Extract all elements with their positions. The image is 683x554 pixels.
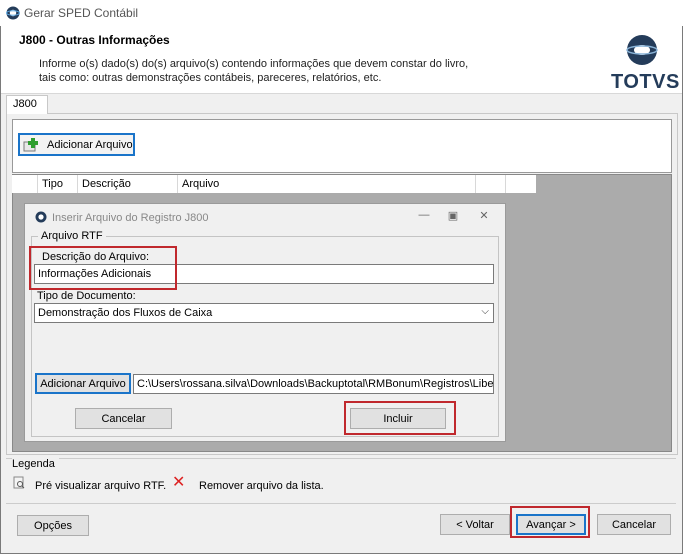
doc-type-select[interactable]: Demonstração dos Fluxos de Caixa ⌵: [34, 303, 494, 323]
legend-preview-text: Pré visualizar arquivo RTF.: [35, 480, 167, 492]
app-icon: [6, 6, 20, 20]
doc-type-value: Demonstração dos Fluxos de Caixa: [38, 307, 213, 319]
tab-j800[interactable]: J800: [6, 95, 48, 114]
close-icon[interactable]: ✕: [476, 209, 492, 222]
add-file-icon: [23, 137, 38, 151]
page-title: J800 - Outras Informações: [19, 33, 170, 47]
dialog-app-icon: [35, 211, 47, 223]
legend-title: Legenda: [12, 458, 59, 470]
dialog-add-file-button[interactable]: Adicionar Arquivo: [35, 373, 131, 394]
grid-col-tipo[interactable]: Tipo: [38, 175, 78, 193]
grid-row-header: [12, 175, 38, 193]
add-file-button[interactable]: Adicionar Arquivo: [18, 133, 135, 156]
grid-col-descricao[interactable]: Descrição: [78, 175, 178, 193]
remove-icon: ✕: [172, 474, 186, 491]
options-button[interactable]: Opções: [17, 515, 89, 536]
legend-divider: [6, 458, 676, 459]
dialog-title: Inserir Arquivo do Registro J800: [52, 212, 209, 224]
next-highlight: [510, 506, 590, 538]
chevron-down-icon: ⌵: [481, 306, 489, 317]
preview-icon: [13, 476, 25, 489]
grid-header: Tipo Descrição Arquivo: [12, 175, 536, 193]
add-file-label: Adicionar Arquivo: [47, 138, 133, 151]
totvs-logo: TOTVS: [611, 34, 679, 93]
totvs-logo-icon: [626, 35, 658, 65]
cancel-button[interactable]: Cancelar: [597, 514, 671, 535]
dialog-cancel-button[interactable]: Cancelar: [75, 408, 172, 429]
file-path-input[interactable]: C:\Users\rossana.silva\Downloads\Backupt…: [133, 374, 494, 394]
totvs-logo-text: TOTVS: [611, 71, 680, 93]
page-description-line2: tais como: outras demonstrações contábei…: [39, 72, 382, 84]
back-button[interactable]: < Voltar: [440, 514, 510, 535]
title-bar: Gerar SPED Contábil: [0, 0, 683, 26]
page-description: Informe o(s) dado(s) do(s) arquivo(s) co…: [39, 57, 479, 85]
legend-remove-text: Remover arquivo da lista.: [199, 480, 324, 492]
include-highlight: [344, 401, 456, 435]
wizard-header: J800 - Outras Informações Informe o(s) d…: [1, 26, 682, 94]
grid-col-extra: [476, 175, 506, 193]
page-description-line1: Informe o(s) dado(s) do(s) arquivo(s) co…: [39, 58, 469, 70]
minimize-icon[interactable]: —: [416, 209, 432, 221]
footer-divider: [6, 503, 676, 504]
maximize-icon[interactable]: ▣: [445, 209, 461, 222]
group-label: Arquivo RTF: [38, 230, 106, 242]
description-highlight: [29, 246, 177, 290]
doc-type-label: Tipo de Documento:: [37, 290, 136, 302]
grid-col-arquivo[interactable]: Arquivo: [178, 175, 476, 193]
window-title: Gerar SPED Contábil: [24, 6, 139, 20]
